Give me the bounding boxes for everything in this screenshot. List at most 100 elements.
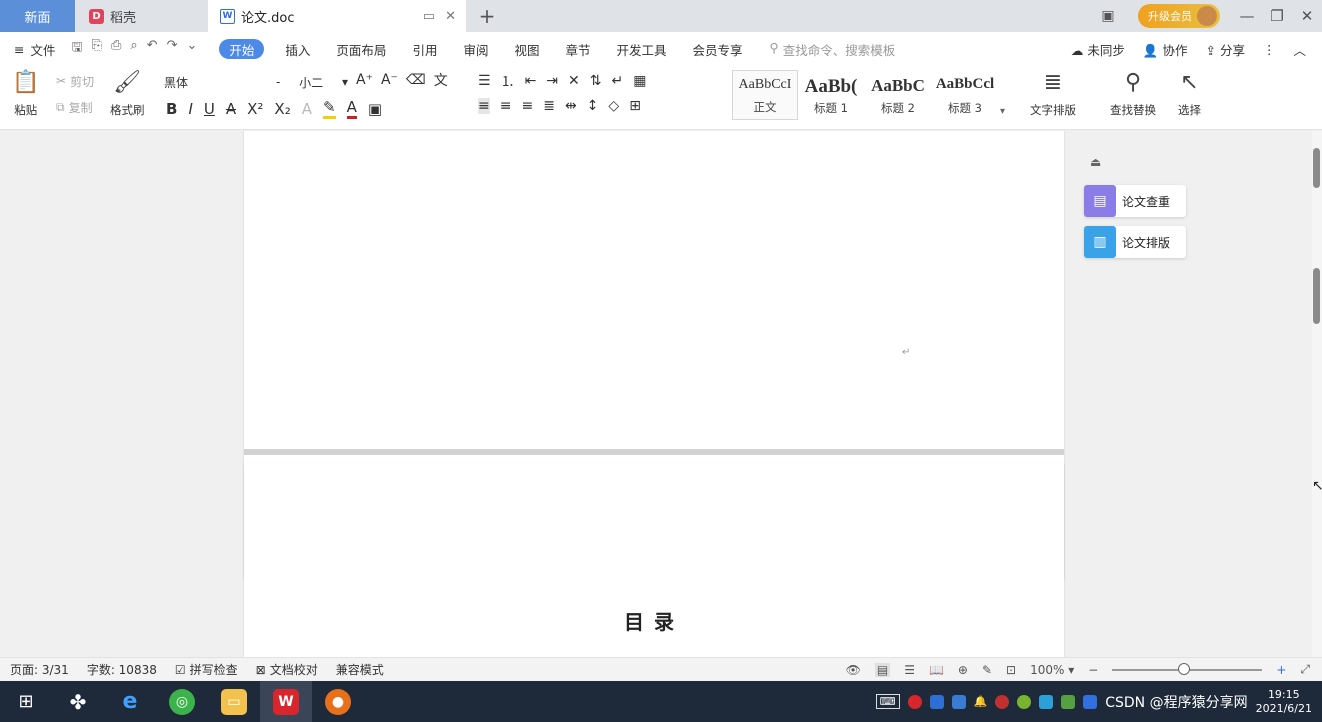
taskbar-wps[interactable]: W bbox=[260, 681, 312, 722]
redo-icon[interactable]: ↷ bbox=[167, 38, 178, 60]
tray-keyboard-icon[interactable]: ⌨ bbox=[875, 694, 900, 709]
minimize-icon[interactable]: — bbox=[1232, 0, 1262, 32]
align-center-icon[interactable]: ≡ bbox=[500, 98, 512, 114]
tray-app-red-icon[interactable] bbox=[907, 694, 922, 709]
underline-icon[interactable]: U bbox=[204, 100, 215, 118]
tab-document[interactable]: W 论文.doc ▭ ✕ bbox=[208, 0, 466, 32]
reading-view-icon[interactable]: 📖 bbox=[929, 663, 944, 677]
sort-icon[interactable]: ⇅ bbox=[590, 73, 602, 89]
bullet-list-icon[interactable]: ☰ bbox=[478, 73, 491, 89]
page-indicator[interactable]: 页面: 3/31 bbox=[10, 661, 69, 678]
table-border-icon[interactable]: ▦ bbox=[633, 73, 646, 89]
highlight-icon[interactable]: ✎ bbox=[322, 98, 336, 119]
font-color-icon[interactable]: A bbox=[346, 98, 357, 119]
font-size-select[interactable]: - 小二 ▾ bbox=[276, 72, 348, 92]
tab-daoke[interactable]: D 稻壳 bbox=[75, 0, 208, 32]
proofread-button[interactable]: ⊠ 文档校对 bbox=[256, 661, 318, 678]
find-replace-button[interactable]: ⚲ 查找替换 bbox=[1110, 70, 1156, 118]
show-marks-icon[interactable]: ↵ bbox=[612, 73, 624, 89]
tray-app-blue-icon[interactable] bbox=[929, 694, 944, 709]
cut-button[interactable]: ✂ 剪切 bbox=[56, 72, 94, 90]
shrink-font-icon[interactable]: A⁻ bbox=[381, 72, 398, 88]
command-search[interactable]: ⚲ 查找命令、搜索模板 bbox=[770, 40, 896, 59]
taskbar-360[interactable]: ◎ bbox=[156, 681, 208, 722]
taskbar-ie[interactable]: e bbox=[104, 681, 156, 722]
print-icon[interactable]: ⎙ bbox=[111, 38, 121, 60]
format-painter-button[interactable]: 🖌 格式刷 bbox=[110, 70, 145, 118]
clock[interactable]: 19:15 2021/6/21 bbox=[1256, 688, 1312, 716]
justify-icon[interactable]: ≣ bbox=[543, 98, 555, 114]
share-button[interactable]: ⇪ 分享 bbox=[1206, 40, 1245, 59]
styles-more-icon[interactable]: ▾ bbox=[1000, 106, 1005, 117]
style-heading-1[interactable]: AaBb( 标题 1 bbox=[798, 70, 864, 120]
clear-format-icon[interactable]: ⌫ bbox=[406, 72, 426, 88]
collapse-ribbon-icon[interactable]: ︿ bbox=[1293, 40, 1306, 59]
web-view-icon[interactable]: ⊕ bbox=[958, 663, 968, 677]
tray-app-green-icon[interactable] bbox=[1017, 694, 1032, 709]
pen-icon[interactable]: ✎ bbox=[982, 663, 992, 677]
style-heading-2[interactable]: AaBbC 标题 2 bbox=[865, 70, 931, 120]
user-avatar[interactable] bbox=[1197, 6, 1217, 26]
taskbar-explorer[interactable]: ▭ bbox=[208, 681, 260, 722]
tab-page-layout[interactable]: 页面布局 bbox=[323, 32, 399, 66]
char-border-icon[interactable]: ▣ bbox=[368, 100, 382, 118]
collab-button[interactable]: 👤 协作 bbox=[1143, 40, 1188, 59]
increase-indent-icon[interactable]: ⇥ bbox=[546, 73, 558, 89]
save-icon[interactable]: 🖫 bbox=[72, 38, 83, 60]
select-button[interactable]: ↖ 选择 bbox=[1178, 70, 1201, 118]
print-preview-icon[interactable]: ⌕ bbox=[130, 38, 137, 60]
grow-font-icon[interactable]: A⁺ bbox=[356, 72, 373, 88]
paper-layout-button[interactable]: ▥ 论文排版 bbox=[1084, 226, 1186, 258]
tab-view[interactable]: 视图 bbox=[501, 32, 552, 66]
tray-bluetooth-icon[interactable] bbox=[1083, 694, 1098, 709]
tab-developer[interactable]: 开发工具 bbox=[604, 32, 680, 66]
style-heading-3[interactable]: AaBbCcl 标题 3 bbox=[932, 70, 998, 120]
style-normal[interactable]: AaBbCcI 正文 bbox=[732, 70, 798, 120]
scrollbar-upper-thumb[interactable] bbox=[1313, 148, 1320, 188]
superscript-icon[interactable]: X² bbox=[247, 100, 263, 118]
tab-start[interactable]: 开始 bbox=[219, 39, 265, 59]
fit-page-icon[interactable]: ⊡ bbox=[1006, 663, 1016, 677]
fullscreen-icon[interactable]: ⤢ bbox=[1300, 662, 1310, 677]
maximize-icon[interactable]: ❐ bbox=[1262, 0, 1292, 32]
eye-protection-icon[interactable]: 👁 bbox=[846, 663, 861, 677]
spell-check-button[interactable]: ☑ 拼写检查 bbox=[175, 661, 238, 678]
tab-references[interactable]: 引用 bbox=[399, 32, 450, 66]
zoom-out-icon[interactable]: − bbox=[1088, 663, 1098, 677]
font-name-select[interactable]: 黑体 bbox=[164, 72, 268, 92]
vertical-scrollbar[interactable] bbox=[1312, 131, 1322, 657]
taskbar-recorder[interactable]: ● bbox=[312, 681, 364, 722]
text-effect-icon[interactable]: A bbox=[302, 100, 312, 118]
phonetic-guide-icon[interactable]: 文 bbox=[434, 70, 448, 90]
new-tab-button[interactable]: + bbox=[474, 0, 500, 32]
tab-review[interactable]: 审阅 bbox=[450, 32, 501, 66]
tray-bell-icon[interactable]: 🔔 bbox=[974, 695, 988, 708]
chinese-layout-icon[interactable]: ✕ bbox=[568, 73, 580, 89]
scrollbar-thumb[interactable] bbox=[1313, 268, 1320, 324]
tab-close-icon[interactable]: ✕ bbox=[445, 9, 456, 24]
zoom-slider-knob[interactable] bbox=[1178, 662, 1191, 675]
file-menu[interactable]: ≡ 文件 bbox=[14, 40, 72, 59]
distributed-icon[interactable]: ⇹ bbox=[565, 98, 577, 114]
document-page-4[interactable]: 目录 bbox=[244, 463, 1064, 657]
align-right-icon[interactable]: ≡ bbox=[521, 98, 533, 114]
copy-button[interactable]: ⧉ 复制 bbox=[56, 98, 93, 116]
shading-icon[interactable]: ◇ bbox=[608, 98, 619, 114]
line-spacing-icon[interactable]: ↕ bbox=[587, 98, 599, 114]
borders-icon[interactable]: ⊞ bbox=[629, 98, 641, 114]
zoom-level[interactable]: 100% ▾ bbox=[1030, 663, 1074, 677]
tray-app-cyan-icon[interactable] bbox=[1039, 694, 1054, 709]
close-window-icon[interactable]: ✕ bbox=[1292, 0, 1322, 32]
reading-mode-icon[interactable]: ▣ bbox=[1094, 0, 1122, 32]
side-panel-collapse-icon[interactable]: ⏏ bbox=[1090, 155, 1101, 169]
tab-restore-icon[interactable]: ▭ bbox=[423, 9, 435, 24]
text-layout-button[interactable]: ≣ 文字排版 bbox=[1030, 70, 1076, 118]
decrease-indent-icon[interactable]: ⇤ bbox=[525, 73, 537, 89]
page-view-icon[interactable]: ▤ bbox=[874, 662, 891, 677]
tray-shield-icon[interactable] bbox=[951, 694, 966, 709]
tray-app-icon[interactable] bbox=[995, 694, 1010, 709]
bold-icon[interactable]: B bbox=[166, 100, 177, 118]
taskbar-app-fan[interactable]: ✤ bbox=[52, 681, 104, 722]
tab-insert[interactable]: 插入 bbox=[272, 32, 323, 66]
zoom-slider[interactable] bbox=[1112, 662, 1263, 675]
